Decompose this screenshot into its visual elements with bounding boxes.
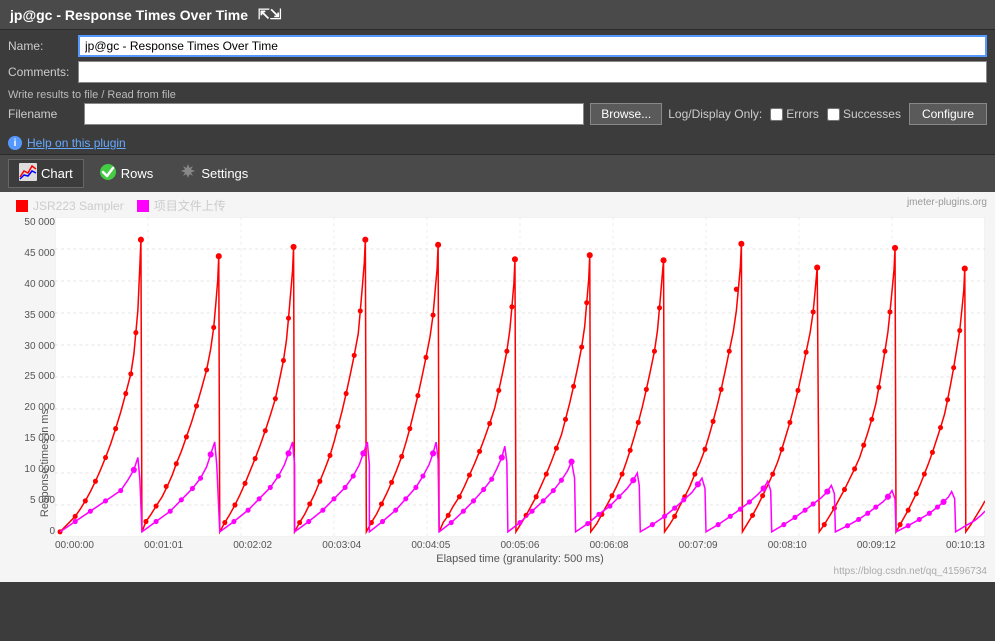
window-title: jp@gc - Response Times Over Time <box>10 7 248 23</box>
tab-rows-label: Rows <box>121 166 154 181</box>
xaxis-0: 00:00:00 <box>55 540 94 551</box>
chart-watermark: jmeter-plugins.org <box>907 197 987 208</box>
help-link[interactable]: Help on this plugin <box>27 136 126 150</box>
xaxis-title: Elapsed time (granularity: 500 ms) <box>55 553 985 565</box>
xaxis-4: 00:04:05 <box>411 540 450 551</box>
comments-row: Comments: <box>8 61 987 83</box>
expand-icon[interactable]: ⇱⇲ <box>258 6 281 23</box>
xaxis-7: 00:07:09 <box>679 540 718 551</box>
xaxis-1: 00:01:01 <box>144 540 183 551</box>
tab-rows[interactable]: Rows <box>88 159 165 188</box>
errors-checkbox[interactable] <box>770 108 783 121</box>
yaxis-30000: 30 000 <box>5 341 55 352</box>
comments-input[interactable] <box>78 61 987 83</box>
help-row: i Help on this plugin <box>0 134 995 154</box>
xaxis-10: 00:10:13 <box>946 540 985 551</box>
comments-label: Comments: <box>8 65 78 79</box>
legend-jsr-label: JSR223 Sampler <box>33 199 124 213</box>
xaxis-3: 00:03:04 <box>322 540 361 551</box>
yaxis-35000: 35 000 <box>5 310 55 321</box>
xaxis-2: 00:02:02 <box>233 540 272 551</box>
settings-tab-icon <box>179 163 197 184</box>
browse-button[interactable]: Browse... <box>590 103 662 125</box>
xaxis-8: 00:08:10 <box>768 540 807 551</box>
tabs-row: Chart Rows Settings <box>0 154 995 192</box>
rows-tab-icon <box>99 163 117 184</box>
xaxis-6: 00:06:08 <box>590 540 629 551</box>
chart-area: JSR223 Sampler 项目文件上传 jmeter-plugins.org… <box>0 192 995 582</box>
tab-settings[interactable]: Settings <box>168 159 259 188</box>
chart-tab-icon <box>19 163 37 184</box>
yaxis-40000: 40 000 <box>5 279 55 290</box>
legend-item-upload: 项目文件上传 <box>136 197 226 214</box>
xaxis-5: 00:05:06 <box>500 540 539 551</box>
file-row: Filename Browse... Log/Display Only: Err… <box>8 103 987 125</box>
log-display-label: Log/Display Only: <box>668 107 762 121</box>
log-display-area: Log/Display Only: Errors Successes Confi… <box>668 103 987 125</box>
successes-checkbox[interactable] <box>827 108 840 121</box>
legend-item-jsr: JSR223 Sampler <box>15 199 124 213</box>
file-section-label: Write results to file / Read from file <box>8 87 987 103</box>
filename-label: Filename <box>8 107 78 121</box>
chart-svg-container <box>55 217 985 537</box>
tab-chart[interactable]: Chart <box>8 159 84 188</box>
legend-upload-label: 项目文件上传 <box>154 197 226 214</box>
info-icon: i <box>8 136 22 150</box>
xaxis-9: 00:09:12 <box>857 540 896 551</box>
yaxis-25000: 25 000 <box>5 371 55 382</box>
yaxis-50000: 50 000 <box>5 217 55 228</box>
watermark-url: https://blog.csdn.net/qq_41596734 <box>834 566 987 577</box>
xaxis-labels: 00:00:00 00:01:01 00:02:02 00:03:04 00:0… <box>55 537 985 551</box>
chart-legend: JSR223 Sampler 项目文件上传 <box>15 197 226 214</box>
filename-input[interactable] <box>84 103 584 125</box>
configure-button[interactable]: Configure <box>909 103 987 125</box>
tab-settings-label: Settings <box>201 166 248 181</box>
name-row: Name: <box>8 35 987 57</box>
successes-checkbox-label[interactable]: Successes <box>827 107 901 121</box>
form-area: Name: Comments: Write results to file / … <box>0 30 995 134</box>
errors-label: Errors <box>786 107 819 121</box>
name-input[interactable] <box>78 35 987 57</box>
name-label: Name: <box>8 39 78 53</box>
successes-label: Successes <box>843 107 901 121</box>
yaxis-45000: 45 000 <box>5 248 55 259</box>
tab-chart-label: Chart <box>41 166 73 181</box>
errors-checkbox-label[interactable]: Errors <box>770 107 819 121</box>
title-bar: jp@gc - Response Times Over Time ⇱⇲ <box>0 0 995 30</box>
yaxis-title: Response times in ms <box>39 388 51 538</box>
chart-svg <box>55 217 985 537</box>
